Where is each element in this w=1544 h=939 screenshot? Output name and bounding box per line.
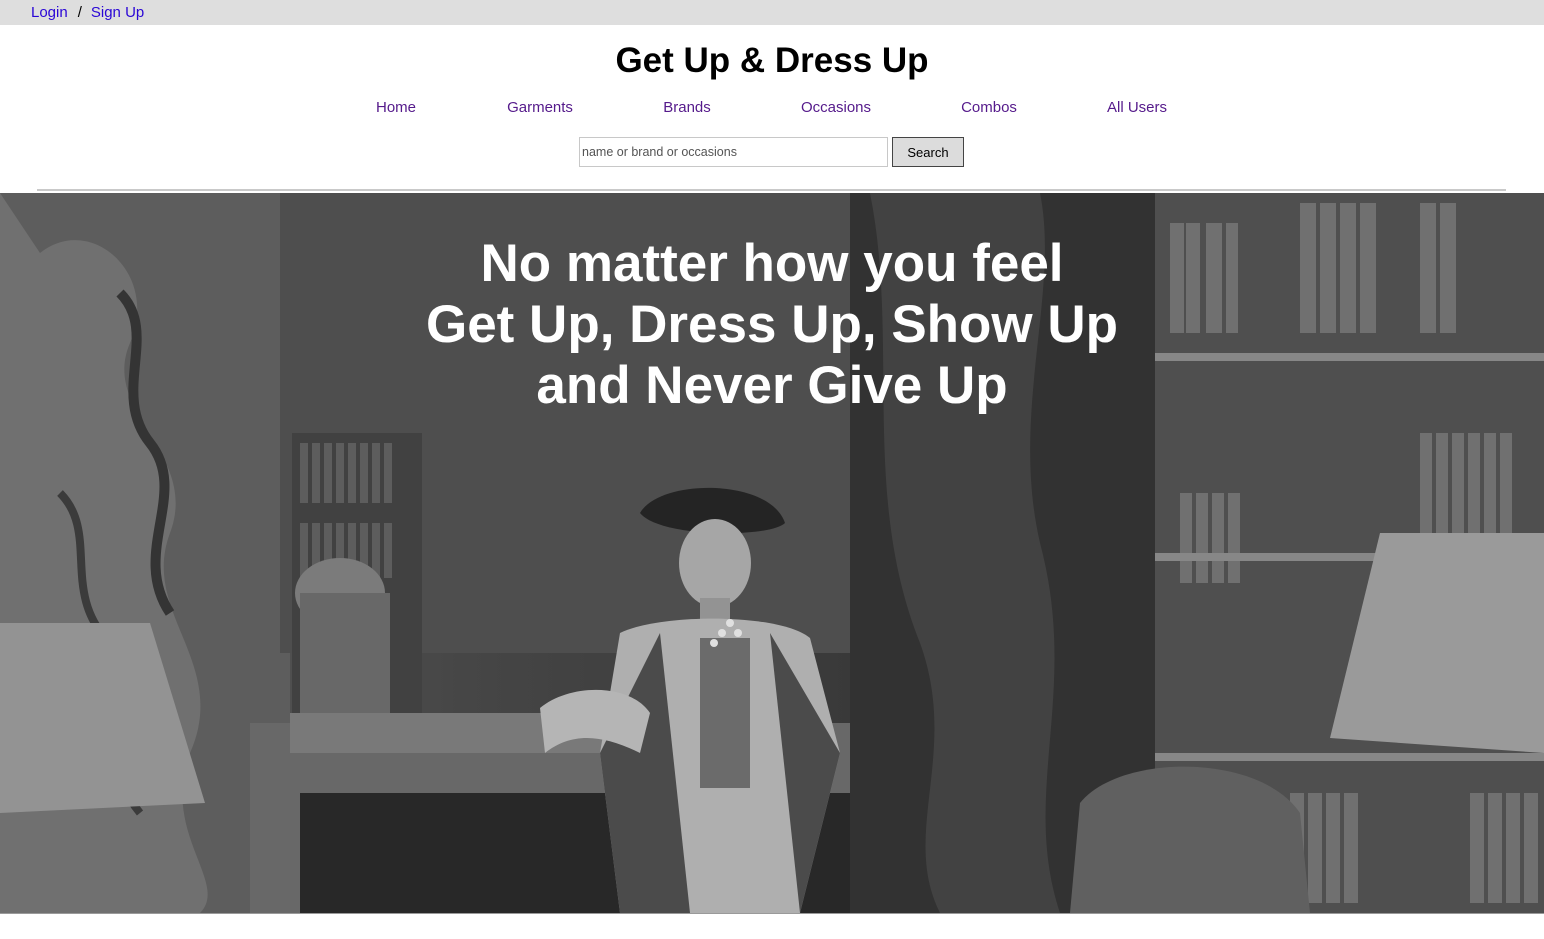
auth-links: Login / Sign Up [31, 0, 144, 25]
nav-all-users[interactable]: All Users [1057, 99, 1217, 117]
search-input[interactable] [579, 137, 888, 167]
auth-separator: / [77, 4, 82, 21]
nav-home[interactable]: Home [316, 99, 476, 117]
nav-combos[interactable]: Combos [909, 99, 1069, 117]
hero-quote-line-3: and Never Give Up [536, 356, 1008, 415]
hero-quote: No matter how you feel Get Up, Dress Up,… [0, 233, 1544, 416]
signup-link[interactable]: Sign Up [91, 4, 144, 21]
nav-occasions[interactable]: Occasions [756, 99, 916, 117]
nav-garments[interactable]: Garments [460, 99, 620, 117]
site-title: Get Up & Dress Up [615, 41, 929, 80]
hero-bottom-border [0, 913, 1544, 914]
top-bar: Login / Sign Up [0, 0, 1544, 25]
search-button[interactable]: Search [892, 137, 964, 167]
hero-quote-line-1: No matter how you feel [480, 234, 1064, 293]
login-link[interactable]: Login [31, 4, 68, 21]
header-divider [37, 189, 1506, 191]
nav-brands[interactable]: Brands [607, 99, 767, 117]
hero-quote-line-2: Get Up, Dress Up, Show Up [425, 295, 1119, 354]
